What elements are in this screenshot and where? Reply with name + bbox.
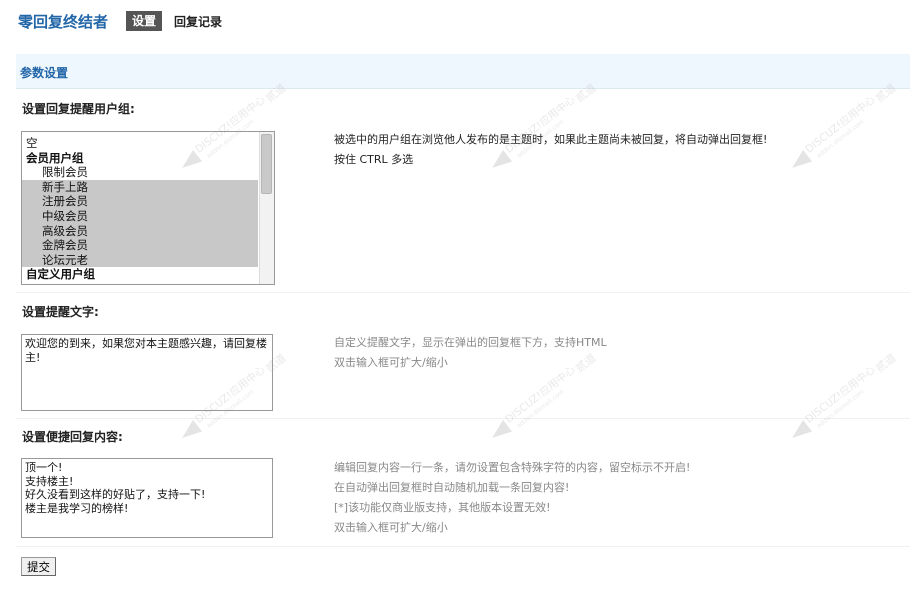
reminder-hint: 双击输入框可扩大/缩小 bbox=[334, 356, 448, 369]
usergroups-label: 设置回复提醒用户组: bbox=[22, 102, 135, 116]
usergroup-option[interactable]: 论坛元老 bbox=[22, 252, 258, 268]
usergroup-option[interactable]: 会员用户组 bbox=[22, 151, 258, 166]
tab-settings[interactable]: 设置 bbox=[126, 11, 163, 31]
quickreply-textarea[interactable] bbox=[21, 458, 273, 538]
usergroups-scrollbar[interactable] bbox=[259, 132, 274, 284]
usergroup-option[interactable]: 高级会员 bbox=[22, 223, 258, 239]
svg-text:DISCUZ!应用中心: DISCUZ!应用中心 bbox=[503, 363, 579, 426]
watermark-logo: DISCUZ!应用中心addon.dismall.com 贰道 bbox=[792, 351, 899, 438]
top-bar: 零回复终结者 设置 回复记录 bbox=[0, 0, 910, 40]
reminder-textarea[interactable] bbox=[21, 334, 273, 411]
quickreply-note-commercial: [*]该功能仅商业版支持，其他版本设置无效! bbox=[334, 501, 551, 514]
usergroup-option[interactable]: 金牌会员 bbox=[22, 238, 258, 253]
tab-reply-log[interactable]: 回复记录 bbox=[174, 13, 222, 30]
divider bbox=[16, 546, 910, 547]
quickreply-label: 设置便捷回复内容: bbox=[22, 430, 123, 444]
reminder-label: 设置提醒文字: bbox=[22, 305, 99, 319]
quickreply-note-random: 在自动弹出回复框时自动随机加载一条回复内容! bbox=[334, 481, 570, 494]
usergroup-option[interactable]: 空 bbox=[22, 136, 258, 151]
usergroup-option[interactable]: 中级会员 bbox=[22, 209, 258, 224]
svg-text:贰道: 贰道 bbox=[573, 351, 599, 376]
usergroup-option[interactable]: 限制会员 bbox=[22, 165, 258, 180]
quickreply-note: 编辑回复内容一行一条，请勿设置包含特殊字符的内容，留空标示不开启! bbox=[334, 461, 691, 474]
svg-text:DISCUZ!应用中心: DISCUZ!应用中心 bbox=[803, 93, 879, 156]
usergroup-option[interactable]: 自定义用户组 bbox=[22, 267, 258, 282]
svg-text:addon.dismall.com: addon.dismall.com bbox=[816, 118, 866, 159]
usergroups-hint: 按住 CTRL 多选 bbox=[334, 153, 414, 166]
usergroups-multiselect[interactable]: 自定义用户组 论坛元老 金牌会员 高级会员 中级会员 注册会员 新手上路 限制会员 会员用户组空 bbox=[21, 131, 275, 285]
submit-button[interactable]: 提交 bbox=[21, 557, 56, 576]
quickreply-hint: 双击输入框可扩大/缩小 bbox=[334, 521, 448, 534]
svg-text:贰道: 贰道 bbox=[873, 351, 899, 376]
usergroup-option[interactable]: 注册会员 bbox=[22, 194, 258, 209]
reminder-note: 自定义提醒文字，显示在弹出的回复框下方，支持HTML bbox=[334, 336, 607, 349]
svg-text:DISCUZ!应用中心: DISCUZ!应用中心 bbox=[803, 363, 879, 426]
divider bbox=[16, 418, 910, 419]
plugin-title: 零回复终结者 bbox=[18, 13, 109, 31]
section-header: 参数设置 bbox=[16, 54, 910, 89]
section-title: 参数设置 bbox=[20, 66, 69, 80]
svg-text:addon.dismall.com: addon.dismall.com bbox=[516, 388, 566, 429]
usergroup-option[interactable]: 新手上路 bbox=[22, 179, 258, 195]
usergroups-note: 被选中的用户组在浏览他人发布的是主题时，如果此主题尚未被回复，将自动弹出回复框! bbox=[334, 133, 768, 146]
divider bbox=[16, 292, 910, 293]
svg-text:addon.dismall.com: addon.dismall.com bbox=[816, 388, 866, 429]
scrollbar-thumb[interactable] bbox=[261, 134, 272, 194]
